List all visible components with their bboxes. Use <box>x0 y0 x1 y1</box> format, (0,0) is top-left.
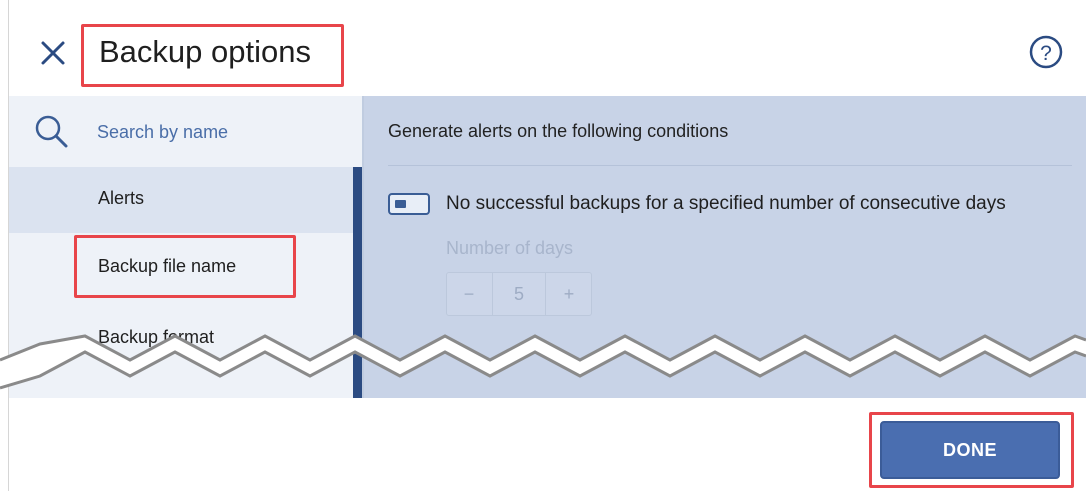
done-button[interactable]: DONE <box>880 421 1060 479</box>
number-of-days-stepper: − 5 + <box>446 272 592 316</box>
section-divider <box>388 165 1072 166</box>
sidebar-item-backup-format[interactable]: Backup format <box>9 303 353 369</box>
increment-button[interactable]: + <box>547 273 591 315</box>
search-icon <box>34 114 70 150</box>
sidebar-item-label: Backup format <box>98 327 215 347</box>
decrement-button[interactable]: − <box>447 273 491 315</box>
condition-label: No successful backups for a specified nu… <box>446 193 1006 214</box>
panel-divider <box>362 96 364 398</box>
help-icon[interactable]: ? <box>1028 34 1064 70</box>
toggle-knob <box>395 200 406 208</box>
sidebar-item-label: Alerts <box>98 188 145 208</box>
number-of-days-label: Number of days <box>446 238 574 258</box>
sidebar-item-label: Backup file name <box>98 256 237 276</box>
close-icon[interactable] <box>36 36 70 70</box>
page-title: Backup options <box>99 34 311 69</box>
active-item-indicator <box>353 167 362 398</box>
sidebar-item-alerts[interactable]: Alerts <box>9 167 353 233</box>
no-successful-backups-toggle[interactable] <box>388 193 430 215</box>
conditions-heading: Generate alerts on the following conditi… <box>388 121 729 141</box>
svg-text:?: ? <box>1040 42 1052 65</box>
search-input[interactable] <box>97 118 337 146</box>
number-of-days-value[interactable]: 5 <box>492 273 546 315</box>
sidebar-item-backup-file-name[interactable]: Backup file name <box>9 235 353 301</box>
